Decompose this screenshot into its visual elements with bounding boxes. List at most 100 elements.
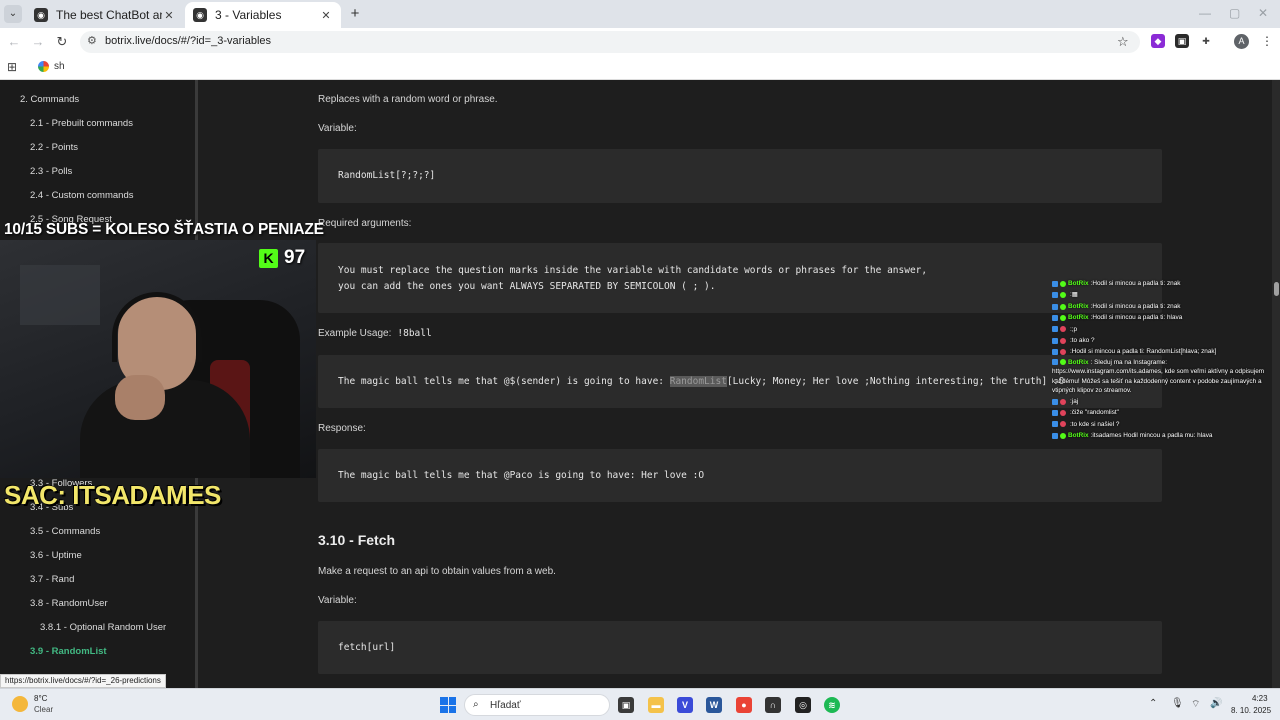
fetch-heading: 3.10 - Fetch — [318, 532, 396, 548]
chat-text: jaj — [1071, 397, 1079, 405]
taskbar-search[interactable]: ⌕ Hľadať — [464, 694, 610, 716]
example-code-pre: The magic ball tells me that @$(sender) … — [338, 376, 670, 387]
intro-text: Replaces with a random word or phrase. — [318, 94, 498, 105]
tray-chevron-icon[interactable]: ⌃ — [1149, 698, 1157, 709]
kick-badge-icon — [1052, 359, 1058, 366]
chat-message: BotRix: itsadames Hodil mincou a padla m… — [1052, 430, 1278, 441]
search-icon: ⌕ — [473, 699, 479, 710]
headset-app-icon[interactable]: ∩ — [765, 697, 781, 713]
windows-start-icon[interactable] — [440, 697, 456, 713]
sidebar-item-randomuser[interactable]: 3.8 - RandomUser — [30, 598, 108, 609]
chat-text: ;p — [1071, 325, 1078, 333]
fetch-code: fetch[url] — [338, 642, 396, 653]
close-tab-icon[interactable]: ✕ — [162, 9, 176, 22]
new-tab-plus-icon[interactable]: + — [346, 5, 364, 23]
bookmark-item[interactable]: sh — [38, 61, 65, 72]
kick-icon: K — [259, 248, 278, 268]
tab-chatbot-widgets[interactable]: ◉ The best ChatBot and Widgets ✕ — [26, 2, 184, 28]
weather-sun-icon[interactable] — [12, 696, 28, 712]
word-icon[interactable]: W — [706, 697, 722, 713]
user-badge-icon — [1060, 337, 1066, 344]
chat-message: : to ako ? — [1052, 335, 1278, 346]
extension-2-icon[interactable]: ▣ — [1175, 34, 1189, 48]
minimize-icon[interactable]: — — [1199, 6, 1211, 20]
chat-message: : čiže "randomlist" — [1052, 407, 1278, 418]
chat-message: : ▦ — [1052, 289, 1278, 300]
tab-title: 3 - Variables — [215, 8, 282, 22]
cam-background — [20, 265, 100, 325]
kick-badge-icon — [1052, 409, 1058, 416]
sidebar-item-randomlist[interactable]: 3.9 - RandomList — [30, 646, 107, 657]
user-badge-icon — [1060, 303, 1066, 310]
sidebar-item-uptime[interactable]: 3.6 - Uptime — [30, 550, 82, 561]
profile-avatar[interactable]: A — [1234, 34, 1249, 49]
obs-icon[interactable]: ◎ — [795, 697, 811, 713]
kick-counter: K 97 — [259, 247, 305, 269]
sidebar-item-optional-random-user[interactable]: 3.8.1 - Optional Random User — [40, 622, 166, 633]
extension-1-icon[interactable]: ◆ — [1151, 34, 1165, 48]
forward-arrow-icon[interactable]: → — [30, 34, 46, 50]
maximize-icon[interactable]: ▢ — [1229, 6, 1240, 20]
response-label: Response: — [318, 423, 366, 434]
volume-icon[interactable]: 🔊 — [1210, 698, 1222, 709]
clock-time[interactable]: 4:23 — [1252, 694, 1268, 703]
browser-menu-icon[interactable]: ⋮ — [1261, 34, 1273, 48]
chat-text: čiže "randomlist" — [1071, 409, 1119, 417]
microphone-icon[interactable]: 🎙 — [1171, 698, 1184, 709]
clock-date[interactable]: 8. 10. 2025 — [1231, 706, 1271, 715]
apps-grid-icon[interactable]: ⊞ — [7, 60, 17, 74]
kick-badge-icon — [1052, 432, 1058, 439]
address-bar-row: ← → ↻ ⚙ botrix.live/docs/#/?id=_3-variab… — [0, 28, 1280, 56]
chat-text: Hodil si mincou a padla ti: hlava — [1092, 314, 1183, 322]
response-code: The magic ball tells me that @Paco is go… — [338, 470, 705, 481]
google-icon — [38, 61, 49, 72]
tab-title: The best ChatBot and Widgets — [56, 8, 162, 22]
sidebar-item-commands[interactable]: 2. Commands — [20, 94, 79, 105]
back-arrow-icon[interactable]: ← — [6, 34, 22, 50]
link-status-bar: https://botrix.live/docs/#/?id=_26-predi… — [0, 674, 166, 688]
bookmark-label: sh — [54, 61, 65, 72]
sidebar-item-polls[interactable]: 2.3 - Polls — [30, 166, 72, 177]
task-view-icon[interactable]: ▣ — [618, 697, 634, 713]
overlay-sac: SAC: ITSADAMES — [4, 480, 221, 510]
site-info-icon[interactable]: ⚙ — [87, 34, 97, 47]
example-command: !8ball — [397, 328, 432, 339]
kick-badge-icon — [1052, 421, 1058, 428]
url-text[interactable]: botrix.live/docs/#/?id=_3-variables — [105, 35, 271, 47]
kick-badge-icon — [1052, 398, 1058, 405]
kick-counter-value: 97 — [284, 247, 306, 268]
close-tab-icon[interactable]: ✕ — [319, 9, 333, 22]
tab-variables[interactable]: ◉ 3 - Variables ✕ — [185, 2, 341, 28]
sidebar-item-points[interactable]: 2.2 - Points — [30, 142, 78, 153]
response-code-block: The magic ball tells me that @Paco is go… — [318, 449, 1162, 502]
chat-text: to ako ? — [1071, 337, 1095, 345]
file-explorer-icon[interactable]: ▬ — [648, 697, 664, 713]
user-badge-icon — [1060, 280, 1066, 287]
weather-temperature[interactable]: 8°C — [34, 694, 47, 703]
chat-message: BotRix: Hodil si mincou a padla ti: znak — [1052, 278, 1278, 289]
chrome-icon[interactable]: ● — [736, 697, 752, 713]
sidebar-item-custom-commands[interactable]: 2.4 - Custom commands — [30, 190, 133, 201]
sidebar-item-commands-var[interactable]: 3.5 - Commands — [30, 526, 100, 537]
kick-badge-icon — [1052, 303, 1058, 310]
chat-text: Hodil si mincou a padla ti: znak — [1092, 302, 1181, 310]
sidebar-item-prebuilt-commands[interactable]: 2.1 - Prebuilt commands — [30, 118, 133, 129]
url-field[interactable]: ⚙ botrix.live/docs/#/?id=_3-variables — [80, 31, 1140, 53]
chat-username: BotRix — [1068, 302, 1089, 310]
wifi-icon[interactable]: ⌔ — [1191, 698, 1200, 711]
required-code-block: You must replace the question marks insi… — [318, 243, 1162, 313]
weather-description[interactable]: Clear — [34, 705, 53, 714]
extensions-puzzle-icon[interactable]: ✚ — [1199, 34, 1213, 48]
tab-search-chevron-icon[interactable]: ⌄ — [4, 5, 22, 23]
kick-badge-icon — [1052, 349, 1058, 356]
sidebar-item-rand[interactable]: 3.7 - Rand — [30, 574, 74, 585]
spotify-icon[interactable]: ≋ — [824, 697, 840, 713]
app-v-icon[interactable]: V — [677, 697, 693, 713]
reload-icon[interactable]: ↻ — [54, 34, 70, 50]
botrix-favicon-icon: ◉ — [34, 8, 48, 22]
close-window-icon[interactable]: ✕ — [1258, 6, 1268, 20]
fetch-description: Make a request to an api to obtain value… — [318, 566, 556, 577]
bookmark-star-icon[interactable]: ☆ — [1117, 34, 1129, 50]
cam-shirt — [80, 380, 250, 478]
kick-badge-icon — [1052, 292, 1058, 299]
